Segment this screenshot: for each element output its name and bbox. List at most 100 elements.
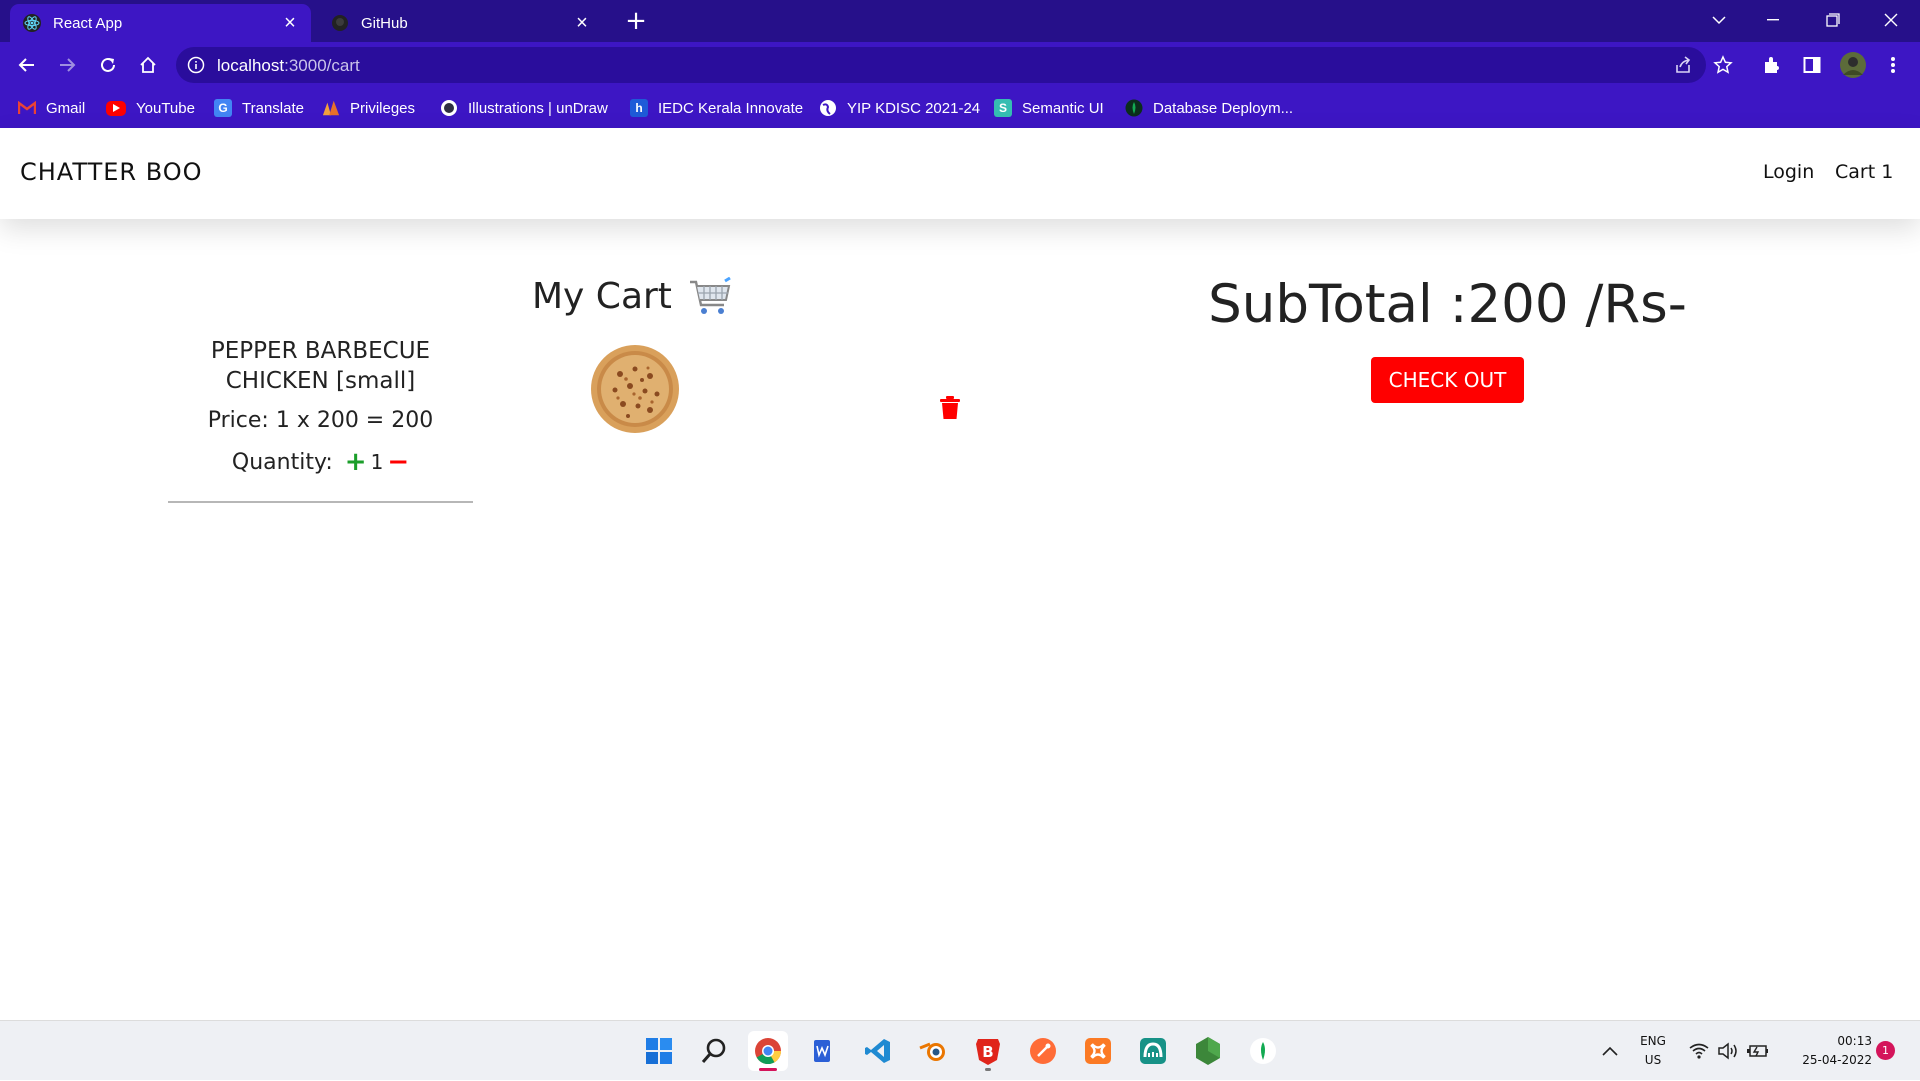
- windows-taskbar: B ENG US 00:13 25-04-2022 1: [0, 1020, 1920, 1080]
- bookmark-label: YouTube: [136, 99, 195, 117]
- pizza-image: [591, 345, 679, 433]
- home-icon[interactable]: [133, 50, 163, 80]
- close-tab-icon[interactable]: ×: [281, 13, 299, 33]
- forward-icon[interactable]: [52, 50, 82, 80]
- github-icon: [330, 13, 350, 33]
- tab-search-icon[interactable]: [1696, 4, 1742, 36]
- item-price: Price: 1 x 200 = 200: [207, 408, 434, 433]
- increase-quantity-icon[interactable]: +: [345, 447, 367, 477]
- xampp-icon[interactable]: [1078, 1031, 1118, 1071]
- blender-icon[interactable]: [913, 1031, 953, 1071]
- bookmark-youtube[interactable]: YouTube: [106, 96, 195, 120]
- search-icon[interactable]: [694, 1031, 734, 1071]
- wifi-icon[interactable]: [1687, 1021, 1711, 1081]
- bookmark-iedc[interactable]: h IEDC Kerala Innovate: [630, 96, 803, 120]
- clock-time: 00:13: [1837, 1034, 1872, 1048]
- vscode-icon[interactable]: [858, 1031, 898, 1071]
- wps-icon[interactable]: [803, 1031, 843, 1071]
- postman-icon[interactable]: [1023, 1031, 1063, 1071]
- cart-heading: My Cart: [532, 276, 732, 317]
- undraw-icon: [440, 99, 458, 117]
- bookmark-semantic-ui[interactable]: S Semantic UI: [994, 96, 1104, 120]
- bookmark-gmail[interactable]: Gmail: [18, 96, 85, 120]
- url-path: :3000/cart: [284, 56, 360, 75]
- mongodb-icon: [1125, 99, 1143, 117]
- shopping-cart-icon: [689, 276, 731, 314]
- mongodb-compass-icon[interactable]: [1243, 1031, 1283, 1071]
- bookmark-label: Semantic UI: [1022, 99, 1104, 117]
- youtube-icon: [106, 100, 126, 116]
- address-bar[interactable]: localhost:3000/cart: [176, 47, 1733, 83]
- tab-title: GitHub: [361, 14, 408, 32]
- tab-strip: React App × GitHub × +: [0, 0, 1920, 42]
- tab-react-app[interactable]: React App ×: [10, 4, 311, 42]
- minimize-icon[interactable]: [1750, 4, 1796, 36]
- delete-icon[interactable]: [939, 396, 961, 420]
- globe-icon: [819, 99, 837, 117]
- battery-icon[interactable]: [1746, 1021, 1770, 1081]
- show-hidden-icons-icon[interactable]: [1598, 1021, 1622, 1081]
- nodejs-icon[interactable]: [1188, 1031, 1228, 1071]
- gitkraken-icon[interactable]: [1133, 1031, 1173, 1071]
- privileges-icon: [322, 99, 340, 117]
- brave-icon[interactable]: B: [968, 1031, 1008, 1071]
- clock[interactable]: 00:13 25-04-2022: [1780, 1032, 1872, 1070]
- translate-icon: G: [214, 99, 232, 117]
- new-tab-button[interactable]: +: [622, 8, 650, 36]
- site-info-icon[interactable]: [186, 55, 206, 75]
- bookmark-translate[interactable]: G Translate: [214, 96, 304, 120]
- bookmark-label: Gmail: [46, 99, 86, 117]
- site-navbar: CHATTER BOO Login Cart 1: [0, 128, 1920, 219]
- bookmark-star-icon[interactable]: [1712, 54, 1734, 76]
- react-icon: [22, 13, 42, 33]
- url-host: localhost: [217, 56, 285, 75]
- subtotal: SubTotal :200 /Rs-: [1208, 274, 1687, 335]
- quantity-value: 1: [370, 450, 384, 474]
- url-text: localhost:3000/cart: [217, 56, 360, 76]
- cart-link[interactable]: Cart 1: [1835, 161, 1893, 183]
- cart-item: PEPPER BARBECUE CHICKEN [small] Price: 1…: [168, 336, 473, 477]
- bookmark-label: IEDC Kerala Innovate: [658, 99, 804, 117]
- close-tab-icon[interactable]: ×: [573, 13, 591, 33]
- decrease-quantity-icon[interactable]: −: [387, 447, 409, 477]
- semantic-ui-icon: S: [994, 99, 1012, 117]
- active-indicator: [759, 1068, 777, 1071]
- bookmarks-bar: Gmail YouTube G Translate Privileges Ill…: [0, 88, 1920, 128]
- item-name: PEPPER BARBECUE CHICKEN [small]: [210, 338, 431, 394]
- profile-avatar[interactable]: [1838, 50, 1868, 80]
- checkout-button[interactable]: CHECK OUT: [1371, 357, 1524, 403]
- bookmark-undraw[interactable]: Illustrations | unDraw: [440, 96, 608, 120]
- tab-title: React App: [53, 14, 123, 32]
- gmail-icon: [18, 99, 36, 117]
- restore-icon[interactable]: [1810, 4, 1856, 36]
- back-icon[interactable]: [12, 50, 42, 80]
- bookmark-label: YIP KDISC 2021-24: [847, 99, 981, 117]
- login-link[interactable]: Login: [1763, 161, 1814, 183]
- running-indicator: [985, 1068, 991, 1071]
- extensions-icon[interactable]: [1757, 50, 1787, 80]
- reload-icon[interactable]: [93, 50, 123, 80]
- clock-date: 25-04-2022: [1802, 1053, 1872, 1067]
- browser-menu-icon[interactable]: [1878, 50, 1908, 80]
- bookmark-yip[interactable]: YIP KDISC 2021-24: [819, 96, 980, 120]
- quantity-label: Quantity:: [231, 449, 333, 475]
- notification-badge[interactable]: 1: [1876, 1041, 1895, 1060]
- tab-github[interactable]: GitHub ×: [318, 4, 603, 42]
- share-icon[interactable]: [1672, 54, 1694, 76]
- cart-title: My Cart: [532, 276, 672, 317]
- bookmark-label: Translate: [242, 99, 304, 117]
- input-language[interactable]: ENG US: [1635, 1032, 1671, 1070]
- browser-toolbar: localhost:3000/cart: [0, 42, 1920, 88]
- bookmark-privileges[interactable]: Privileges: [322, 96, 415, 120]
- volume-icon[interactable]: [1716, 1021, 1740, 1081]
- item-divider: [168, 501, 473, 503]
- bookmark-label: Database Deploym...: [1153, 99, 1294, 117]
- windows-start-icon[interactable]: [639, 1031, 679, 1071]
- chrome-icon[interactable]: [748, 1031, 788, 1071]
- side-panel-icon[interactable]: [1797, 50, 1827, 80]
- close-window-icon[interactable]: [1868, 4, 1914, 36]
- iedc-icon: h: [630, 99, 648, 117]
- brand-logo[interactable]: CHATTER BOO: [20, 158, 203, 186]
- bookmark-label: Privileges: [350, 99, 416, 117]
- bookmark-database[interactable]: Database Deploym...: [1125, 96, 1293, 120]
